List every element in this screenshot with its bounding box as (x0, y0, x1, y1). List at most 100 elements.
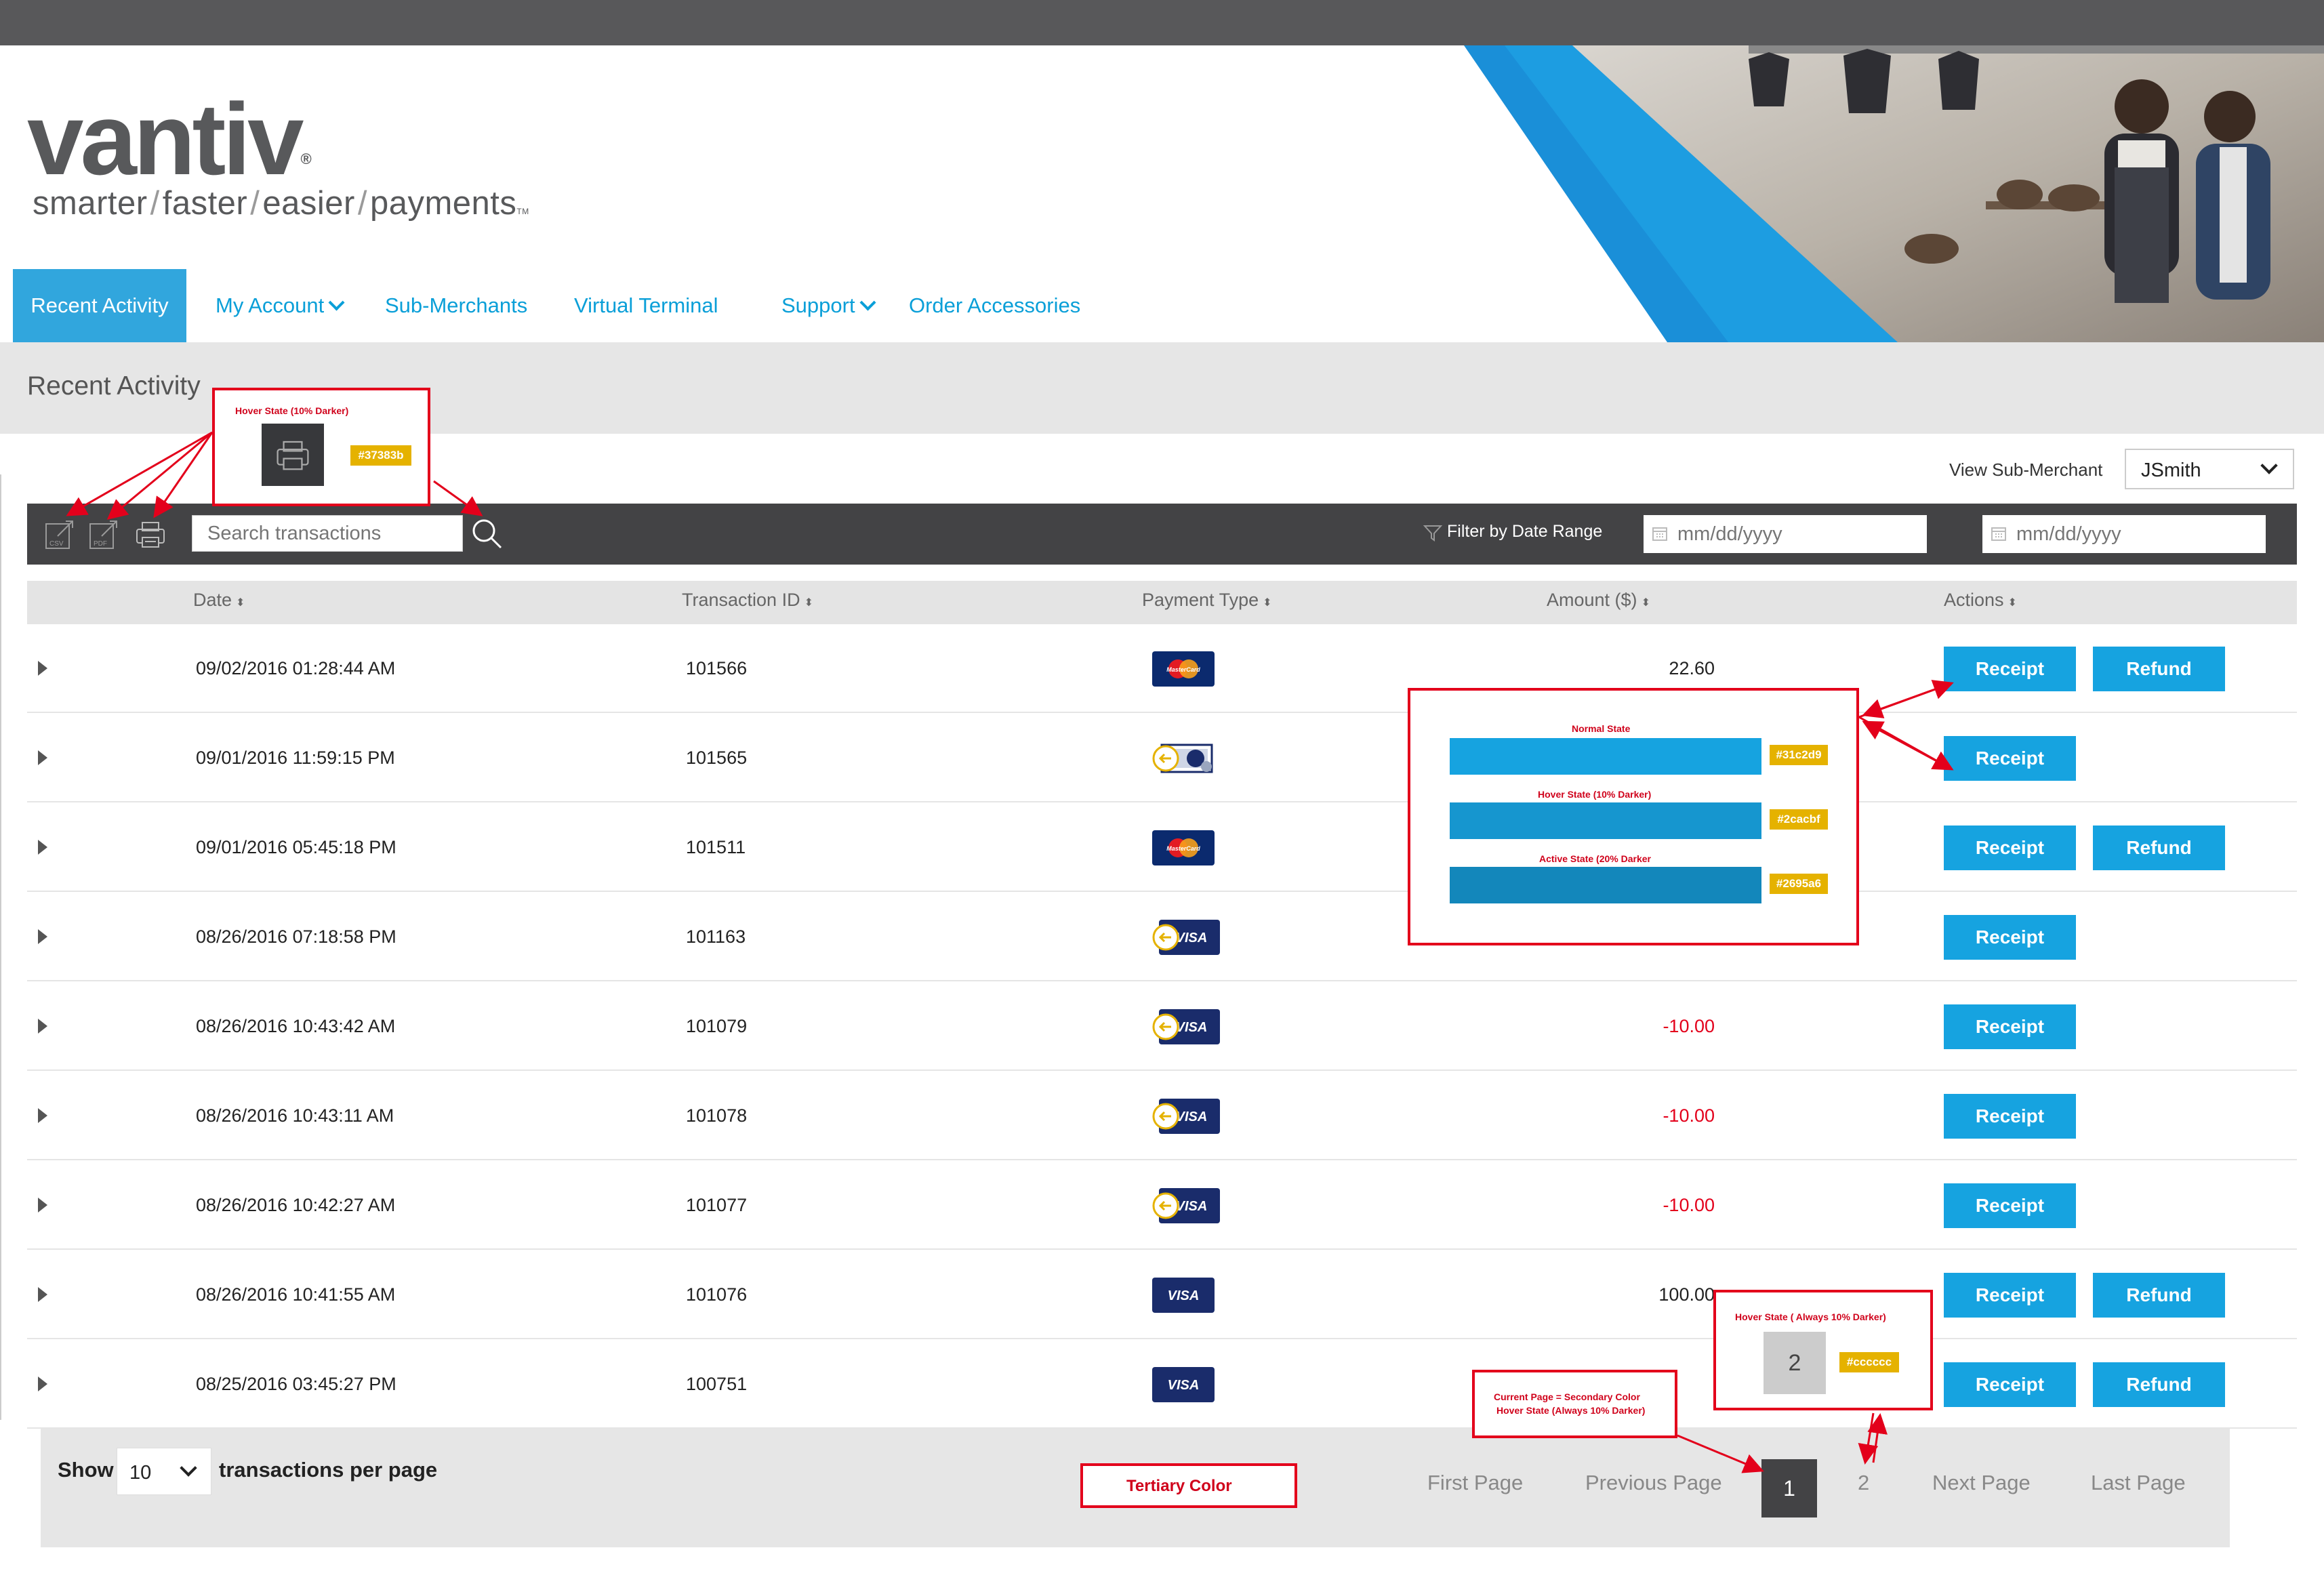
transaction-date: 08/26/2016 10:43:42 AM (196, 1016, 396, 1036)
chevron-down-icon (859, 294, 876, 311)
receipt-button[interactable]: Receipt (1944, 826, 2076, 870)
nav-support[interactable]: Support (781, 269, 876, 342)
search-input[interactable] (192, 516, 462, 551)
check-icon (1152, 741, 1215, 776)
receipt-button[interactable]: Receipt (1944, 736, 2076, 781)
nav-sub-merchants[interactable]: Sub-Merchants (385, 269, 527, 342)
table-row[interactable]: 08/26/2016 07:18:58 PM 101163 VISA Recei… (27, 893, 2297, 981)
search-icon[interactable] (470, 516, 504, 550)
sort-icon: ⬍ (804, 597, 813, 609)
transaction-date: 09/02/2016 01:28:44 AM (196, 658, 396, 678)
transaction-id: 101076 (686, 1284, 748, 1305)
nav-my-account[interactable]: My Account (216, 269, 345, 342)
start-date-input[interactable] (1644, 515, 1927, 553)
receipt-button[interactable]: Receipt (1944, 1094, 2076, 1139)
first-page-link[interactable]: First Page (1427, 1471, 1523, 1495)
nav-label: Recent Activity (30, 293, 169, 317)
print-icon[interactable] (134, 517, 167, 551)
table-row[interactable]: 08/26/2016 10:43:11 AM 101078 VISA -10.0… (27, 1072, 2297, 1160)
sub-merchant-select[interactable]: JSmith (2125, 449, 2294, 489)
column-header-actions[interactable]: Actions ⬍ (1944, 590, 2017, 611)
table-row[interactable]: 09/01/2016 05:45:18 PM 101511 MasterCard… (27, 803, 2297, 892)
last-page-link[interactable]: Last Page (2091, 1471, 2186, 1495)
tagline-separator: / (357, 185, 367, 222)
print-icon (277, 441, 309, 470)
receipt-button[interactable]: Receipt (1944, 1273, 2076, 1318)
column-label: Actions (1944, 590, 2004, 610)
expand-row-icon[interactable] (38, 1377, 47, 1391)
table-row[interactable]: 08/25/2016 03:45:27 PM 100751 VISA Recei… (27, 1340, 2297, 1429)
color-tag: #31c2d9 (1770, 745, 1828, 765)
nav-order-accessories[interactable]: Order Accessories (909, 269, 1080, 342)
per-page-select[interactable]: 10 (117, 1448, 211, 1495)
receipt-button[interactable]: Receipt (1944, 915, 2076, 960)
vantiv-logo[interactable]: vantiv® (27, 88, 312, 190)
column-header-transaction-id[interactable]: Transaction ID ⬍ (682, 590, 813, 611)
transaction-amount: -10.00 (1663, 1195, 1715, 1215)
next-page-link[interactable]: Next Page (1932, 1471, 2031, 1495)
color-tag: #2cacbf (1770, 809, 1828, 830)
receipt-button[interactable]: Receipt (1944, 1183, 2076, 1228)
column-label: Transaction ID (682, 590, 800, 610)
expand-row-icon[interactable] (38, 1287, 47, 1302)
expand-row-icon[interactable] (38, 1019, 47, 1034)
refund-button[interactable]: Refund (2093, 1362, 2225, 1407)
column-label: Amount ($) (1547, 590, 1637, 610)
annotation-title: Normal State (1572, 723, 1631, 734)
pdf-icon[interactable]: PDF (88, 517, 121, 551)
expand-row-icon[interactable] (38, 661, 47, 676)
svg-text:VISA: VISA (1176, 1109, 1208, 1124)
previous-page-link[interactable]: Previous Page (1585, 1471, 1722, 1495)
page-hover-annotation: Hover State ( Always 10% Darker) 2 #cccc… (1713, 1290, 1933, 1410)
page-1-button[interactable]: 1 (1761, 1459, 1817, 1517)
annotation-title: Active State (20% Darker (1539, 853, 1651, 864)
expand-row-icon[interactable] (38, 840, 47, 855)
column-header-amount[interactable]: Amount ($) ⬍ (1547, 590, 1650, 611)
annotation-text: Tertiary Color (1126, 1477, 1232, 1495)
column-header-payment-type[interactable]: Payment Type ⬍ (1142, 590, 1272, 611)
column-label: Date (193, 590, 232, 610)
nav-virtual-terminal[interactable]: Virtual Terminal (574, 269, 718, 342)
refund-button[interactable]: Refund (2093, 647, 2225, 691)
end-date-input[interactable] (1982, 515, 2266, 553)
transaction-date: 09/01/2016 11:59:15 PM (196, 748, 395, 768)
content-frame-border (0, 474, 4, 1420)
receipt-button[interactable]: Receipt (1944, 1004, 2076, 1049)
transaction-date: 09/01/2016 05:45:18 PM (196, 837, 396, 857)
transaction-date: 08/26/2016 10:42:27 AM (196, 1195, 396, 1215)
page-2-button[interactable]: 2 (1858, 1471, 1869, 1495)
table-row[interactable]: 09/01/2016 11:59:15 PM 101565 Receipt (27, 714, 2297, 802)
svg-text:VISA: VISA (1176, 1020, 1208, 1035)
refund-button[interactable]: Refund (2093, 826, 2225, 870)
table-row[interactable]: 09/02/2016 01:28:44 AM 101566 MasterCard… (27, 624, 2297, 713)
table-row[interactable]: 08/26/2016 10:42:27 AM 101077 VISA -10.0… (27, 1161, 2297, 1250)
transaction-amount: -10.00 (1663, 1105, 1715, 1126)
expand-row-icon[interactable] (38, 1108, 47, 1123)
nav-label: Virtual Terminal (574, 293, 718, 317)
nav-recent-activity[interactable]: Recent Activity (13, 269, 186, 342)
transaction-id: 100751 (686, 1374, 748, 1394)
per-page-suffix: transactions per page (219, 1458, 438, 1482)
filter-label: Filter by Date Range (1447, 522, 1603, 541)
expand-row-icon[interactable] (38, 750, 47, 765)
pdf-label: PDF (94, 540, 107, 548)
nav-label: Sub-Merchants (385, 293, 528, 317)
transaction-id: 101077 (686, 1195, 748, 1215)
visa-return-icon: VISA (1152, 920, 1220, 955)
receipt-button[interactable]: Receipt (1944, 647, 2076, 691)
show-label: Show (58, 1458, 114, 1482)
annotation-text: Hover State (Always 10% Darker) (1496, 1405, 1646, 1416)
column-header-date[interactable]: Date ⬍ (193, 590, 245, 611)
refund-button[interactable]: Refund (2093, 1273, 2225, 1318)
page-title: Recent Activity (27, 371, 201, 401)
svg-text:VISA: VISA (1176, 1199, 1208, 1214)
receipt-button[interactable]: Receipt (1944, 1362, 2076, 1407)
transaction-amount: 100.00 (1658, 1284, 1715, 1305)
visa-return-icon: VISA (1152, 1009, 1220, 1044)
table-row[interactable]: 08/26/2016 10:43:42 AM 101079 VISA -10.0… (27, 982, 2297, 1071)
csv-icon[interactable]: CSV (44, 517, 77, 551)
expand-row-icon[interactable] (38, 929, 47, 944)
expand-row-icon[interactable] (38, 1198, 47, 1213)
tagline: smarter/faster/easier/paymentsTM (33, 184, 529, 222)
table-row[interactable]: 08/26/2016 10:41:55 AM 101076 VISA 100.0… (27, 1250, 2297, 1339)
